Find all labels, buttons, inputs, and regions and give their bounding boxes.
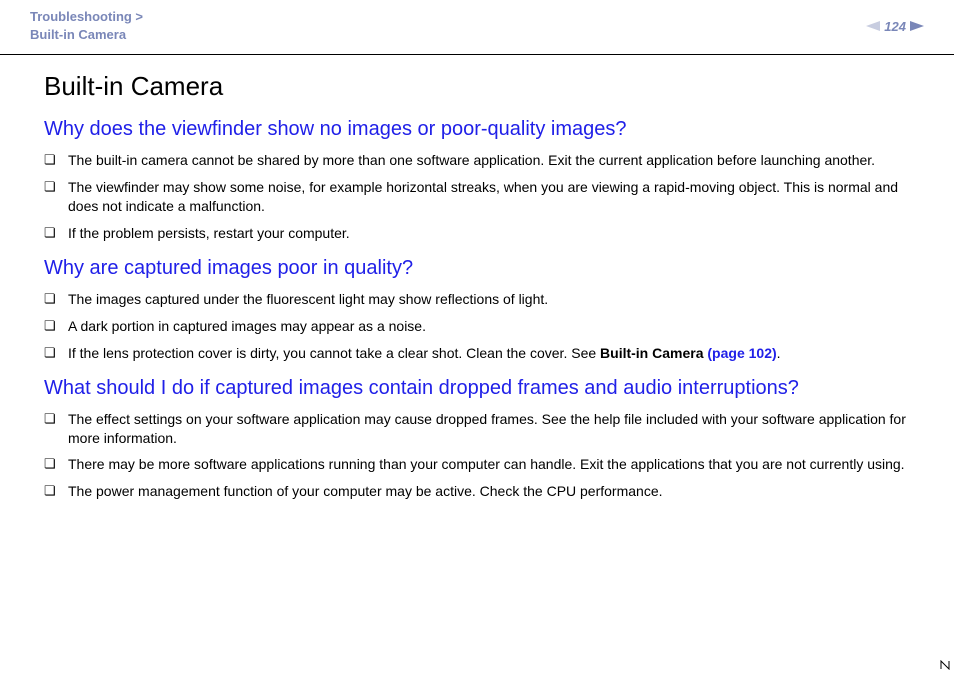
section-list-1: The built-in camera cannot be shared by … — [44, 151, 924, 243]
section-list-2: The images captured under the fluorescen… — [44, 290, 924, 363]
list-item: If the lens protection cover is dirty, y… — [44, 344, 924, 363]
page-link[interactable]: (page 102) — [707, 345, 776, 361]
list-item: The power management function of your co… — [44, 482, 924, 501]
list-item-prefix: If the lens protection cover is dirty, y… — [68, 345, 600, 361]
page-navigation: 124 — [866, 19, 924, 34]
list-item: The images captured under the fluorescen… — [44, 290, 924, 309]
arrow-right-icon[interactable] — [910, 21, 924, 31]
section-heading-2: Why are captured images poor in quality? — [44, 257, 924, 280]
list-item-suffix: . — [777, 345, 781, 361]
list-item: There may be more software applications … — [44, 455, 924, 474]
list-item-bold: Built-in Camera — [600, 345, 707, 361]
breadcrumb-line-2: Built-in Camera — [30, 26, 143, 44]
page-number: 124 — [884, 19, 906, 34]
page-content: Built-in Camera Why does the viewfinder … — [0, 55, 954, 529]
section-heading-3: What should I do if captured images cont… — [44, 377, 924, 400]
page-title: Built-in Camera — [44, 71, 924, 102]
corner-mark-icon — [940, 660, 950, 670]
list-item: The viewfinder may show some noise, for … — [44, 178, 924, 216]
section-heading-1: Why does the viewfinder show no images o… — [44, 118, 924, 141]
breadcrumb: Troubleshooting > Built-in Camera — [30, 8, 143, 44]
list-item: The built-in camera cannot be shared by … — [44, 151, 924, 170]
list-item: A dark portion in captured images may ap… — [44, 317, 924, 336]
arrow-left-icon[interactable] — [866, 21, 880, 31]
list-item: If the problem persists, restart your co… — [44, 224, 924, 243]
breadcrumb-line-1: Troubleshooting > — [30, 8, 143, 26]
section-list-3: The effect settings on your software app… — [44, 410, 924, 502]
list-item: The effect settings on your software app… — [44, 410, 924, 448]
page-header: Troubleshooting > Built-in Camera 124 — [0, 0, 954, 55]
